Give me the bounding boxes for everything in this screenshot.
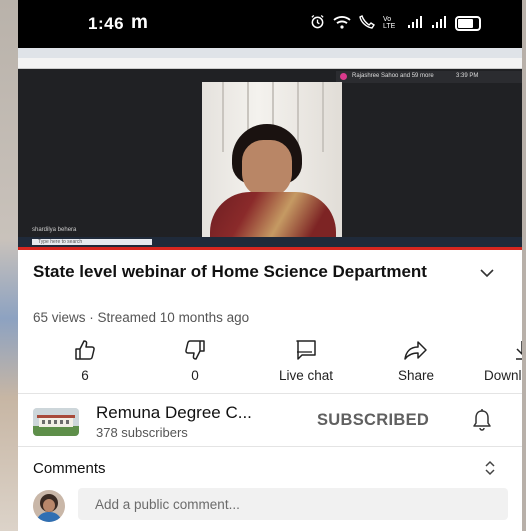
like-count: 6 [81, 368, 89, 383]
presenter-face [242, 140, 292, 198]
app-notification-icon: m [131, 12, 148, 33]
self-view-name: shardilya behera [32, 227, 77, 233]
expand-collapse-icon[interactable] [484, 460, 496, 476]
meet-clock: 3:39 PM [456, 73, 479, 79]
download-label: Download [484, 368, 522, 383]
browser-tab-strip [18, 48, 522, 58]
user-avatar [33, 490, 65, 522]
share-button[interactable]: Share [371, 338, 461, 383]
background-left-photo [0, 0, 18, 531]
taskbar-search-text: Type here to search [38, 239, 83, 245]
thumbs-up-icon [75, 340, 95, 360]
phone-screen: 1:46 m Vo LTE Rajashree Sahoo and 59 mor… [18, 0, 522, 531]
wifi-icon [333, 15, 351, 32]
status-icons: Vo LTE [310, 14, 481, 32]
thumbs-down-icon [185, 340, 205, 360]
comments-heading: Comments [33, 460, 106, 477]
divider [18, 446, 522, 447]
college-building-icon [33, 408, 79, 436]
channel-name[interactable]: Remuna Degree C... [96, 403, 252, 423]
channel-subscriber-count: 378 subscribers [96, 425, 188, 440]
subscribed-button[interactable]: SUBSCRIBED [317, 411, 429, 430]
meet-participants-bar: Rajashree Sahoo and 59 more 3:39 PM [336, 71, 522, 83]
presenter-camera-feed [202, 82, 342, 239]
chevron-down-icon[interactable] [480, 266, 494, 280]
windows-taskbar: Type here to search [18, 237, 522, 247]
download-icon [516, 341, 522, 360]
meet-call-area: Rajashree Sahoo and 59 more 3:39 PM shar… [18, 69, 522, 239]
video-progress-bar[interactable] [18, 247, 522, 250]
signal-icon-2 [431, 15, 447, 31]
live-chat-label: Live chat [278, 368, 334, 383]
action-row: 6 0 Live chat Share Download [18, 338, 522, 386]
divider [18, 393, 522, 394]
dislike-count: 0 [191, 368, 199, 383]
window-blind [322, 82, 324, 152]
video-player[interactable]: Rajashree Sahoo and 59 more 3:39 PM shar… [18, 48, 522, 250]
share-label: Share [397, 368, 435, 383]
video-title: State level webinar of Home Science Depa… [33, 262, 427, 281]
channel-avatar[interactable] [33, 408, 79, 436]
share-icon [404, 341, 427, 360]
meet-participants-label: Rajashree Sahoo and 59 more [352, 73, 434, 79]
live-chat-button[interactable]: Live chat [261, 338, 351, 383]
chat-icon [296, 340, 316, 360]
alarm-icon [310, 14, 325, 32]
browser-address-bar [18, 58, 522, 69]
signal-icon-1 [407, 15, 423, 31]
volte-icon: Vo LTE [383, 16, 396, 30]
download-button[interactable]: Download [481, 338, 522, 383]
dislike-button[interactable]: 0 [150, 338, 240, 383]
call-icon [359, 14, 375, 32]
presenter-saree [210, 192, 336, 239]
window-blind [222, 82, 224, 152]
like-button[interactable]: 6 [40, 338, 130, 383]
comment-input[interactable] [78, 488, 508, 520]
status-time: 1:46 [88, 14, 125, 33]
presenter-avatar-icon [340, 73, 347, 80]
status-bar: 1:46 m Vo LTE [18, 0, 522, 48]
notification-bell-icon[interactable] [471, 408, 493, 432]
taskbar-search: Type here to search [32, 239, 152, 245]
video-meta: 65 views · Streamed 10 months ago [33, 310, 250, 325]
battery-icon [455, 15, 481, 31]
